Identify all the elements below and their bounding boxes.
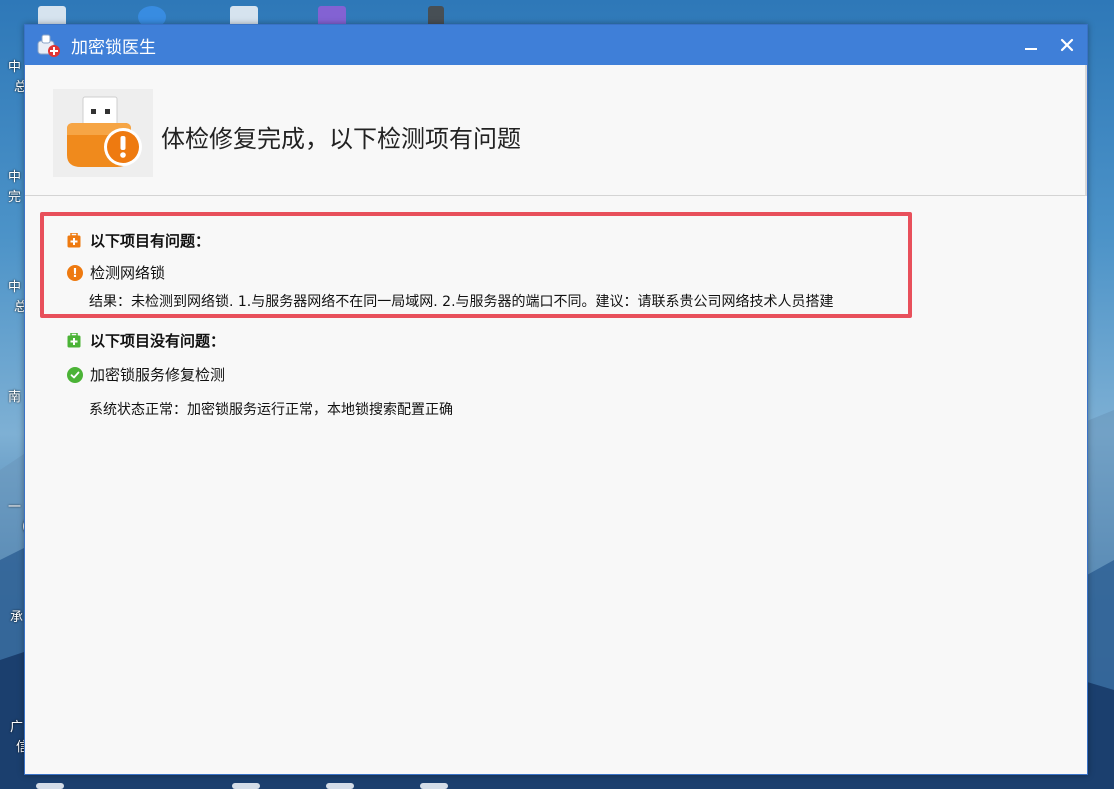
ok-section-label: 以下项目没有问题： [90,332,226,350]
desktop-label[interactable]: 完 [8,188,21,209]
ok-item: 加密锁服务修复检测 [67,364,225,385]
result-headline: 体检修复完成，以下检测项有问题 [161,125,521,153]
problems-section-label: 以下项目有问题： [90,232,211,250]
ok-item-detail: 系统状态正常：加密锁服务运行正常，本地锁搜索配置正确 [89,402,453,418]
ok-section-title: 以下项目没有问题： [67,330,225,351]
result-header: 体检修复完成，以下检测项有问题 [25,65,1087,196]
desktop-file-icon[interactable] [232,783,260,789]
problem-item-name: 检测网络锁 [90,264,166,282]
first-aid-kit-icon [67,232,81,248]
ok-item-name: 加密锁服务修复检测 [90,366,226,384]
desktop-file-icon[interactable] [420,783,448,789]
lock-doctor-app-icon [35,32,61,58]
warning-icon: ! [67,264,83,281]
desktop-label[interactable]: 南 [8,388,21,409]
desktop-label[interactable]: 中 [8,278,21,299]
first-aid-kit-icon [67,332,81,348]
minimize-icon [1025,48,1037,50]
app-window: 加密锁医生 体检修复完成，以下检测项有问题 以下项目有问题： ! 检测网络锁 结… [24,24,1088,775]
desktop-label[interactable]: 广 [10,718,23,739]
desktop-label[interactable]: 承 [10,608,23,629]
desktop-label[interactable]: 中 [8,168,21,189]
check-circle-icon [67,366,83,383]
desktop-label[interactable]: 中 [8,58,21,79]
problems-section-title: 以下项目有问题： [67,230,210,251]
close-button[interactable] [1055,33,1079,57]
header-divider [1085,65,1087,195]
title-bar[interactable]: 加密锁医生 [25,25,1087,65]
problem-item: ! 检测网络锁 [67,262,165,283]
desktop-label[interactable]: 一 [8,498,21,519]
window-title: 加密锁医生 [71,37,156,58]
usb-key-warning-icon [53,89,153,177]
problem-item-detail: 结果：未检测到网络锁. 1.与服务器网络不在同一局域网. 2.与服务器的端口不同… [89,294,834,310]
desktop-file-icon[interactable] [36,783,64,789]
minimize-button[interactable] [1019,33,1043,57]
close-icon [1060,38,1074,52]
desktop-file-icon[interactable] [326,783,354,789]
